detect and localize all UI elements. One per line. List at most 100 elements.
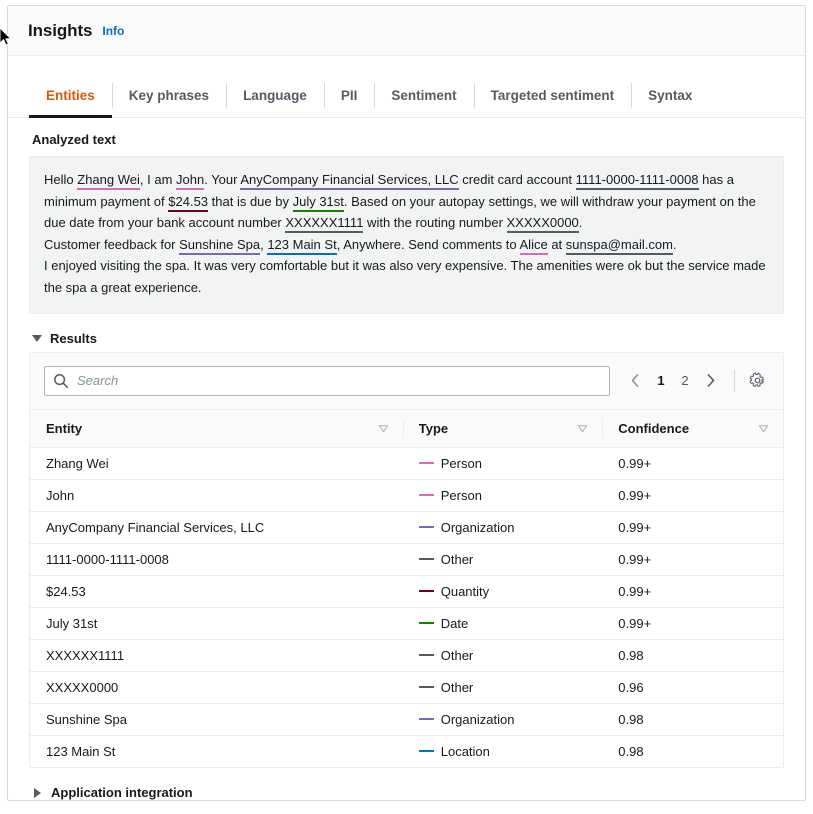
- type-cell: Person: [419, 456, 603, 471]
- pagination: 1 2: [622, 368, 769, 394]
- cell-entity: Sunshine Spa: [30, 703, 403, 735]
- analyzed-text-paragraph: I enjoyed visiting the spa. It was very …: [44, 255, 769, 298]
- analyzed-text-segment: I enjoyed visiting the spa. It was very …: [44, 258, 766, 295]
- type-color-swatch: [419, 462, 434, 464]
- analyzed-text-segment: , I am: [140, 172, 176, 187]
- type-label: Other: [441, 648, 474, 663]
- panel-header: Insights Info: [8, 6, 805, 56]
- application-integration-toggle[interactable]: Application integration: [32, 785, 784, 800]
- results-table: Entity Type: [30, 409, 783, 768]
- type-label: Quantity: [441, 584, 489, 599]
- analyzed-text-segment: .: [579, 215, 583, 230]
- pagination-next-button[interactable]: [698, 368, 724, 394]
- cell-confidence: 0.98: [602, 703, 783, 735]
- panel-body: Analyzed text Hello Zhang Wei, I am John…: [8, 118, 805, 800]
- results-table-head: Entity Type: [30, 409, 783, 447]
- table-row[interactable]: Sunshine Spa Organization 0.98: [30, 703, 783, 735]
- table-row[interactable]: JohnPerson0.99+: [30, 479, 783, 511]
- type-color-swatch: [419, 686, 434, 688]
- pagination-prev-button[interactable]: [622, 368, 648, 394]
- type-cell: Location: [419, 744, 603, 759]
- type-color-swatch: [419, 526, 434, 528]
- type-label: Organization: [441, 712, 515, 727]
- results-section-toggle[interactable]: Results: [32, 331, 784, 346]
- cell-type: Location: [403, 735, 603, 767]
- tab-syntax[interactable]: Syntax: [631, 74, 709, 117]
- pagination-page-1[interactable]: 1: [650, 368, 672, 394]
- table-row[interactable]: July 31st Date 0.99+: [30, 607, 783, 639]
- cell-confidence: 0.99+: [602, 575, 783, 607]
- analyzed-text-segment: , Anywhere. Send comments to: [337, 237, 520, 252]
- analyzed-text-segment: .: [673, 237, 677, 252]
- entity-highlight-organization: Sunshine Spa: [179, 237, 260, 255]
- cell-type: Organization: [403, 703, 603, 735]
- table-row[interactable]: 1111-0000-1111-0008Other0.99+: [30, 543, 783, 575]
- table-row[interactable]: XXXXX0000Other0.96: [30, 671, 783, 703]
- cell-type: Person: [403, 479, 603, 511]
- table-preferences-button[interactable]: [745, 369, 769, 393]
- results-title: Results: [50, 331, 97, 346]
- analyzed-text-segment: . Your: [204, 172, 240, 187]
- cell-confidence: 0.99+: [602, 607, 783, 639]
- type-color-swatch: [419, 718, 434, 720]
- tab-entities[interactable]: Entities: [29, 74, 112, 117]
- page-title: Insights: [28, 21, 92, 41]
- cell-type: Other: [403, 639, 603, 671]
- tab-targeted-sentiment[interactable]: Targeted sentiment: [474, 74, 632, 117]
- table-row[interactable]: AnyCompany Financial Services, LLC Organi…: [30, 511, 783, 543]
- cell-entity: July 31st: [30, 607, 403, 639]
- table-row[interactable]: Zhang WeiPerson0.99+: [30, 447, 783, 479]
- results-toolbar: 1 2: [30, 353, 783, 409]
- type-label: Person: [441, 488, 482, 503]
- table-row[interactable]: XXXXXX1111Other0.98: [30, 639, 783, 671]
- tab-pii[interactable]: PII: [324, 74, 375, 117]
- info-link[interactable]: Info: [102, 24, 124, 38]
- column-header-confidence[interactable]: Confidence: [602, 409, 783, 447]
- cell-type: Person: [403, 447, 603, 479]
- cell-confidence: 0.99+: [602, 511, 783, 543]
- type-label: Date: [441, 616, 468, 631]
- results-table-card: 1 2: [29, 352, 784, 769]
- cell-entity: AnyCompany Financial Services, LLC: [30, 511, 403, 543]
- entity-highlight-other: 1111-0000-1111-0008: [576, 172, 699, 190]
- entity-highlight-person: Alice: [520, 237, 548, 255]
- type-color-swatch: [419, 750, 434, 752]
- column-header-entity-label: Entity: [46, 421, 82, 436]
- cell-type: Date: [403, 607, 603, 639]
- analyzed-text-segment: credit card account: [459, 172, 576, 187]
- sort-triangle-icon: [758, 423, 769, 434]
- column-header-type[interactable]: Type: [403, 409, 603, 447]
- search-wrapper: [44, 366, 610, 396]
- tab-key-phrases[interactable]: Key phrases: [112, 74, 226, 117]
- entity-highlight-date: July 31st: [293, 194, 344, 212]
- type-cell: Person: [419, 488, 603, 503]
- tab-language[interactable]: Language: [226, 74, 324, 117]
- analyzed-text-segment: that is due by: [208, 194, 293, 209]
- type-cell: Quantity: [419, 584, 603, 599]
- column-header-entity[interactable]: Entity: [30, 409, 403, 447]
- pagination-page-2[interactable]: 2: [674, 368, 696, 394]
- column-header-confidence-label: Confidence: [618, 421, 689, 436]
- tab-sentiment[interactable]: Sentiment: [374, 74, 473, 117]
- table-row[interactable]: $24.53Quantity0.99+: [30, 575, 783, 607]
- analyzed-text-segment: with the routing number: [363, 215, 506, 230]
- chevron-down-icon: [32, 335, 42, 342]
- insights-panel: Insights Info EntitiesKey phrasesLanguag…: [7, 5, 806, 801]
- analyzed-text-label: Analyzed text: [32, 132, 784, 147]
- entity-highlight-person: Zhang Wei: [77, 172, 140, 190]
- cell-confidence: 0.98: [602, 735, 783, 767]
- search-input[interactable]: [44, 366, 610, 396]
- analyzed-text-segment: at: [548, 237, 566, 252]
- type-cell: Date: [419, 616, 603, 631]
- type-cell: Organization: [419, 520, 603, 535]
- cell-entity: 1111-0000-1111-0008: [30, 543, 403, 575]
- table-row[interactable]: 123 Main StLocation0.98: [30, 735, 783, 767]
- cell-confidence: 0.99+: [602, 447, 783, 479]
- cell-confidence: 0.99+: [602, 543, 783, 575]
- entity-highlight-person: John: [176, 172, 204, 190]
- type-color-swatch: [419, 590, 434, 592]
- entity-highlight-other: sunspa@mail.com: [566, 237, 673, 255]
- chevron-right-icon: [707, 374, 715, 387]
- type-color-swatch: [419, 622, 434, 624]
- entity-highlight-location: 123 Main St: [267, 237, 336, 255]
